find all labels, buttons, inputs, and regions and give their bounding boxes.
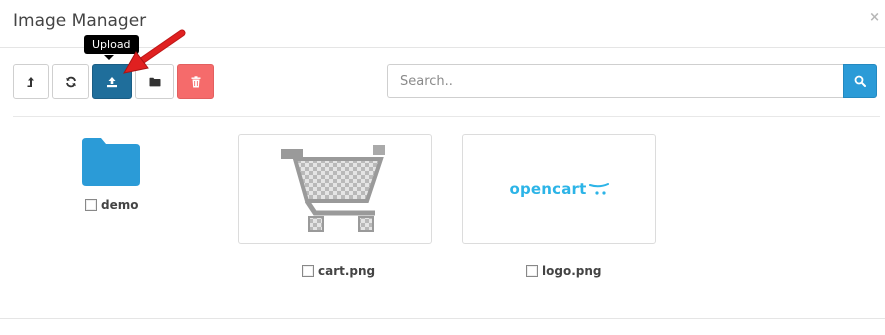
- upload-icon: [107, 76, 117, 87]
- refresh-button[interactable]: [52, 64, 89, 99]
- search-icon: [854, 75, 866, 87]
- folder-icon: [82, 138, 140, 186]
- folder-demo[interactable]: [82, 138, 140, 188]
- parent-directory-button[interactable]: [13, 64, 49, 99]
- refresh-icon: [65, 76, 76, 87]
- opencart-logo-text: opencart: [509, 180, 587, 198]
- level-up-icon: [27, 76, 34, 87]
- image-logo-thumbnail[interactable]: opencart: [462, 134, 656, 244]
- folder-demo-checkbox[interactable]: [85, 199, 97, 211]
- tooltip-caret: [104, 55, 114, 60]
- image-cart-label-row: cart.png: [302, 264, 375, 278]
- folder-demo-label-row: demo: [85, 198, 138, 212]
- folder-demo-label: demo: [101, 198, 139, 212]
- search-button[interactable]: [843, 64, 877, 98]
- image-logo-label-row: logo.png: [526, 264, 601, 278]
- image-cart-thumbnail[interactable]: [238, 134, 432, 244]
- close-button[interactable]: ×: [869, 10, 880, 25]
- opencart-logo: opencart: [509, 180, 609, 198]
- trash-icon: [191, 75, 200, 87]
- image-manager-modal: Image Manager × Upload Search.. demo car…: [0, 0, 885, 335]
- cart-icon: [281, 145, 385, 232]
- image-cart-label: cart.png: [318, 264, 376, 278]
- modal-footer-divider: [0, 318, 885, 319]
- folder-icon: [149, 77, 160, 86]
- divider: [13, 116, 880, 117]
- search-input[interactable]: [387, 64, 843, 98]
- annotation-arrow-icon: [123, 29, 186, 74]
- image-logo-checkbox[interactable]: [526, 265, 538, 277]
- image-cart-checkbox[interactable]: [302, 265, 314, 277]
- image-logo-label: logo.png: [542, 264, 602, 278]
- cart-mini-icon: [588, 183, 609, 195]
